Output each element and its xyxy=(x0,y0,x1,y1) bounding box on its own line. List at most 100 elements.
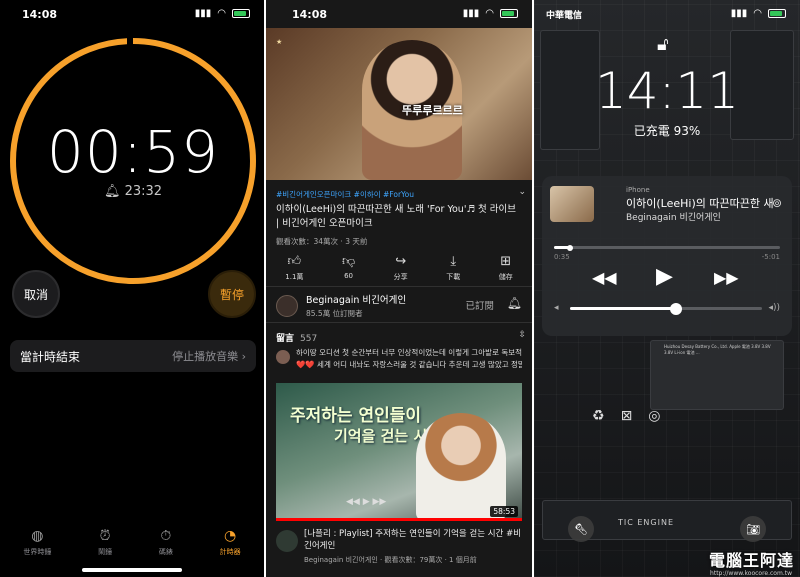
comment-line: ❤️❤️ 세계 어디 내놔도 자랑스러울 것 같습니다 추운데 고생 많았고 정… xyxy=(296,360,522,369)
when-timer-ends-value: 停止播放音樂 xyxy=(172,350,239,363)
next-video-thumbnail[interactable]: 주저하는 연인들이 기억을 걷는 시간 ◀◀ ▶ ▶▶ 58:53 xyxy=(276,383,522,521)
cancel-button[interactable]: 取消 xyxy=(12,270,60,318)
globe-icon: ◍ xyxy=(31,528,44,544)
album-art[interactable] xyxy=(550,186,594,222)
elapsed-time: 0:35 xyxy=(554,253,570,261)
recycle-icon: ♻ xyxy=(592,408,605,424)
playback-source: iPhone xyxy=(626,186,650,194)
charge-status: 已充電 93% xyxy=(633,124,701,138)
chevron-down-icon[interactable]: ⌄ xyxy=(518,187,526,197)
divider xyxy=(266,286,532,287)
download-icon: ⤓ xyxy=(450,254,457,269)
status-icons: ▮▮▮ ◠ xyxy=(463,8,518,19)
camera-button[interactable]: 📷︎ xyxy=(740,516,766,542)
video-meta: 觀看次數：34萬次 · 3 天前 xyxy=(276,237,368,246)
battery-icon xyxy=(768,9,786,18)
previous-track-icon[interactable]: ◀◀ xyxy=(592,268,617,287)
bell-icon[interactable]: 🔔︎ xyxy=(507,296,522,310)
next-video-meta: Beginagain 비긴어게인 · 觀看次數：79萬次 · 1 個月前 xyxy=(304,556,477,564)
chevron-right-icon: › xyxy=(241,350,246,363)
tab-label: 世界時鐘 xyxy=(23,548,52,556)
share-button[interactable]: ↪ 分享 xyxy=(394,254,408,282)
thumbnail-singer xyxy=(416,413,506,521)
action-label: 儲存 xyxy=(498,273,513,281)
track-artist: Beginagain 비긴어게인 xyxy=(626,213,721,223)
status-time: 14:08 xyxy=(22,8,58,21)
playback-scrubber[interactable] xyxy=(554,244,780,251)
comments-count: 557 xyxy=(300,334,318,344)
lock-clock: 14:11 xyxy=(594,62,740,120)
wifi-icon: ◠ xyxy=(217,8,226,19)
channel-avatar[interactable] xyxy=(276,294,298,317)
download-button[interactable]: ⤓ 下載 xyxy=(446,254,460,282)
like-button[interactable]: 👍︎ 1.1萬 xyxy=(285,254,303,282)
signal-icon: ▮▮▮ xyxy=(730,8,748,19)
pause-button[interactable]: 暫停 xyxy=(208,270,256,318)
timer-screen: 14:08 ▮▮▮ ◠ 00:59 🔔︎ 23:32 取消 暫停 當計時結束 停… xyxy=(0,0,264,577)
board-marking: TIC ENGINE xyxy=(618,518,675,527)
show-logo: ★ xyxy=(276,38,283,46)
commenter-avatar xyxy=(276,350,290,364)
battery-icon xyxy=(500,9,518,18)
watermark-url: http://www.koocore.com.tw xyxy=(710,570,792,577)
tab-label: 鬧鐘 xyxy=(98,548,113,556)
thumbnail-text: 주저하는 연인들이 xyxy=(290,406,422,426)
action-label: 60 xyxy=(344,272,353,280)
video-caption: 뚜루루르르르 xyxy=(402,104,463,117)
share-icon: ↪ xyxy=(395,254,407,269)
wifi-icon: ◠ xyxy=(753,8,762,19)
video-hashtags[interactable]: #비긴어게인오픈마이크 #이하이 #ForYou xyxy=(276,189,414,200)
home-indicator[interactable] xyxy=(82,568,182,572)
watermark: 電腦王阿達 xyxy=(708,551,794,570)
top-comment[interactable]: 하이땅 오디션 첫 순간부터 너무 인상적이었는데 이렇게 그아밭로 독보적이네… xyxy=(296,347,522,371)
action-label: 下載 xyxy=(446,273,461,281)
scrubber-knob[interactable] xyxy=(566,244,573,251)
flashlight-button[interactable]: 🔦︎ xyxy=(568,516,594,542)
tab-stopwatch[interactable]: ⏱︎ 碼錶 xyxy=(159,528,173,557)
comments-label: 留言 xyxy=(276,334,295,344)
end-time-row: 🔔︎ 23:32 xyxy=(0,184,264,199)
tab-alarm[interactable]: ⏰︎ 鬧鐘 xyxy=(98,528,112,557)
next-track-icon[interactable]: ▶▶ xyxy=(714,268,739,287)
ring-gap xyxy=(127,36,133,46)
expand-icon[interactable]: ⇳ xyxy=(518,330,526,340)
comments-header[interactable]: 留言 557 xyxy=(276,331,317,344)
save-button[interactable]: ⊞ 儲存 xyxy=(499,254,513,282)
camera-icon: 📷︎ xyxy=(746,522,760,536)
signal-icon: ▮▮▮ xyxy=(462,8,480,19)
tab-world-clock[interactable]: ◍ 世界時鐘 xyxy=(23,528,51,557)
tab-timer[interactable]: ◔ 計時器 xyxy=(220,528,241,557)
airplay-icon[interactable]: ⊚ xyxy=(772,196,782,210)
play-icon[interactable]: ▶ xyxy=(656,264,673,289)
wifi-icon: ◠ xyxy=(485,8,494,19)
mini-player-controls: ◀◀ ▶ ▶▶ xyxy=(346,497,387,507)
volume-knob[interactable] xyxy=(669,302,682,315)
video-actions: 👍︎ 1.1萬 👎︎ 60 ↪ 分享 ⤓ 下載 ⊞ 儲存 xyxy=(266,254,532,282)
end-time: 23:32 xyxy=(124,184,163,199)
dislike-button[interactable]: 👎︎ 60 xyxy=(342,254,355,282)
channel-row[interactable]: Beginagain 비긴어게인 85.5萬 位訂閱者 已訂閱 🔔︎ xyxy=(276,292,522,319)
status-icons: ▮▮▮ ◠ xyxy=(731,8,786,19)
regulatory-glyphs: ♻ ⊠ ◎ xyxy=(592,408,661,424)
tab-label: 計時器 xyxy=(219,548,241,556)
channel-subscribers: 85.5萬 位訂閱者 xyxy=(306,309,363,318)
watch-progress-bar xyxy=(276,518,522,521)
status-time: 14:08 xyxy=(292,8,328,21)
youtube-screen: 14:08 ▮▮▮ ◠ ★ 뚜루루르르르 #비긴어게인오픈마이크 #이하이 #F… xyxy=(266,0,532,577)
unlock-icon: 🔓︎ xyxy=(657,34,669,55)
action-label: 1.1萬 xyxy=(285,273,304,281)
volume-slider[interactable] xyxy=(570,302,762,315)
next-video-title[interactable]: [나플리 : Playlist] 주저하는 연인들이 기억을 걷는 시간 #비긴… xyxy=(304,528,522,552)
subscribed-button[interactable]: 已訂閱 xyxy=(465,298,494,312)
now-playing-widget[interactable]: iPhone 이하이(LeeHi)의 따끈따끈한 새 노래 Beginagain… xyxy=(542,176,792,336)
bell-icon: 🔔︎ xyxy=(103,184,121,199)
flashlight-icon: 🔦︎ xyxy=(574,522,588,536)
volume-low-icon: ◂ xyxy=(554,303,559,313)
video-player[interactable]: ★ 뚜루루르르르 xyxy=(266,28,532,180)
action-label: 分享 xyxy=(393,273,408,281)
signal-icon: ▮▮▮ xyxy=(194,8,212,19)
ce-icon: ◎ xyxy=(648,408,661,424)
alarm-clock-icon: ⏰︎ xyxy=(99,528,111,544)
when-timer-ends-row[interactable]: 當計時結束 停止播放音樂 › xyxy=(10,340,256,372)
channel-avatar[interactable] xyxy=(276,530,298,552)
